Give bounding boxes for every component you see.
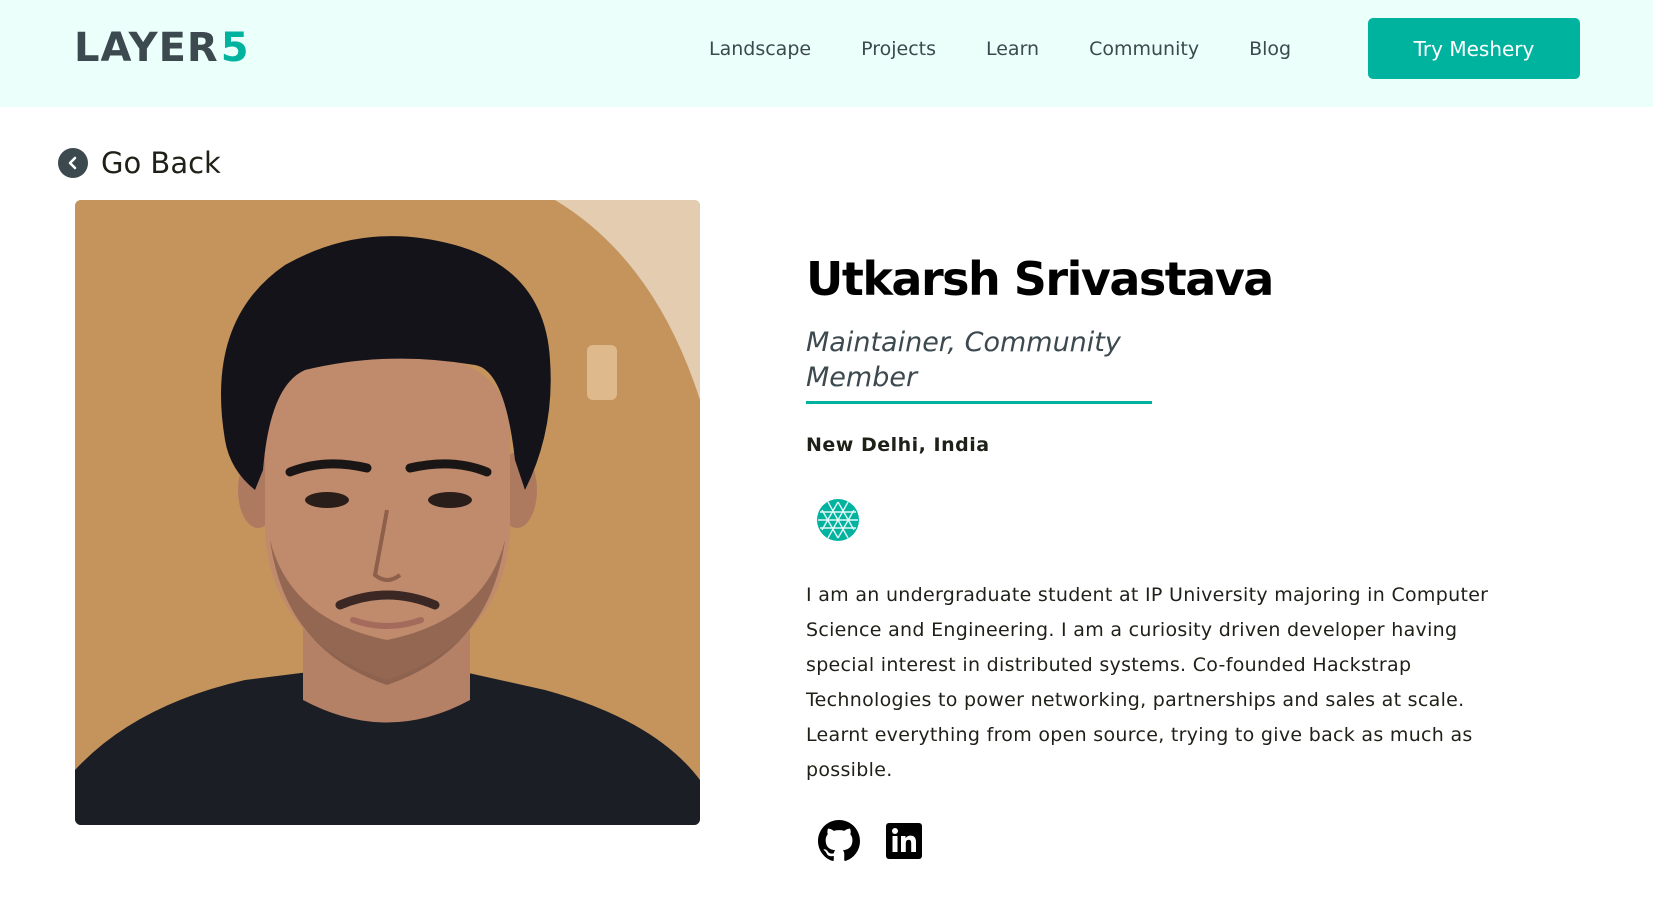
nav-landscape[interactable]: Landscape (709, 38, 811, 60)
go-back-label: Go Back (101, 146, 221, 180)
nav-blog[interactable]: Blog (1249, 38, 1291, 60)
nav-community[interactable]: Community (1089, 38, 1199, 60)
meshery-badge-icon[interactable] (816, 498, 860, 542)
linkedin-icon[interactable] (883, 820, 925, 862)
site-header: LAYER 5 Landscape Projects Learn Communit… (0, 0, 1653, 107)
member-location: New Delhi, India (806, 434, 990, 456)
nav-learn[interactable]: Learn (986, 38, 1039, 60)
chevron-left-icon (58, 148, 88, 178)
go-back-link[interactable]: Go Back (58, 143, 221, 183)
member-role: Maintainer, Community Member (806, 325, 1152, 404)
logo-accent: 5 (220, 25, 250, 71)
try-meshery-button[interactable]: Try Meshery (1368, 18, 1580, 79)
main-nav: Landscape Projects Learn Community Blog (709, 34, 1341, 64)
github-icon[interactable] (818, 820, 860, 862)
nav-projects[interactable]: Projects (861, 38, 936, 60)
profile-photo (75, 200, 700, 825)
layer5-logo[interactable]: LAYER 5 (74, 25, 250, 71)
logo-text: LAYER (74, 25, 219, 71)
member-bio: I am an undergraduate student at IP Univ… (806, 584, 1489, 781)
social-links (818, 820, 948, 862)
member-name: Utkarsh Srivastava (806, 252, 1274, 306)
